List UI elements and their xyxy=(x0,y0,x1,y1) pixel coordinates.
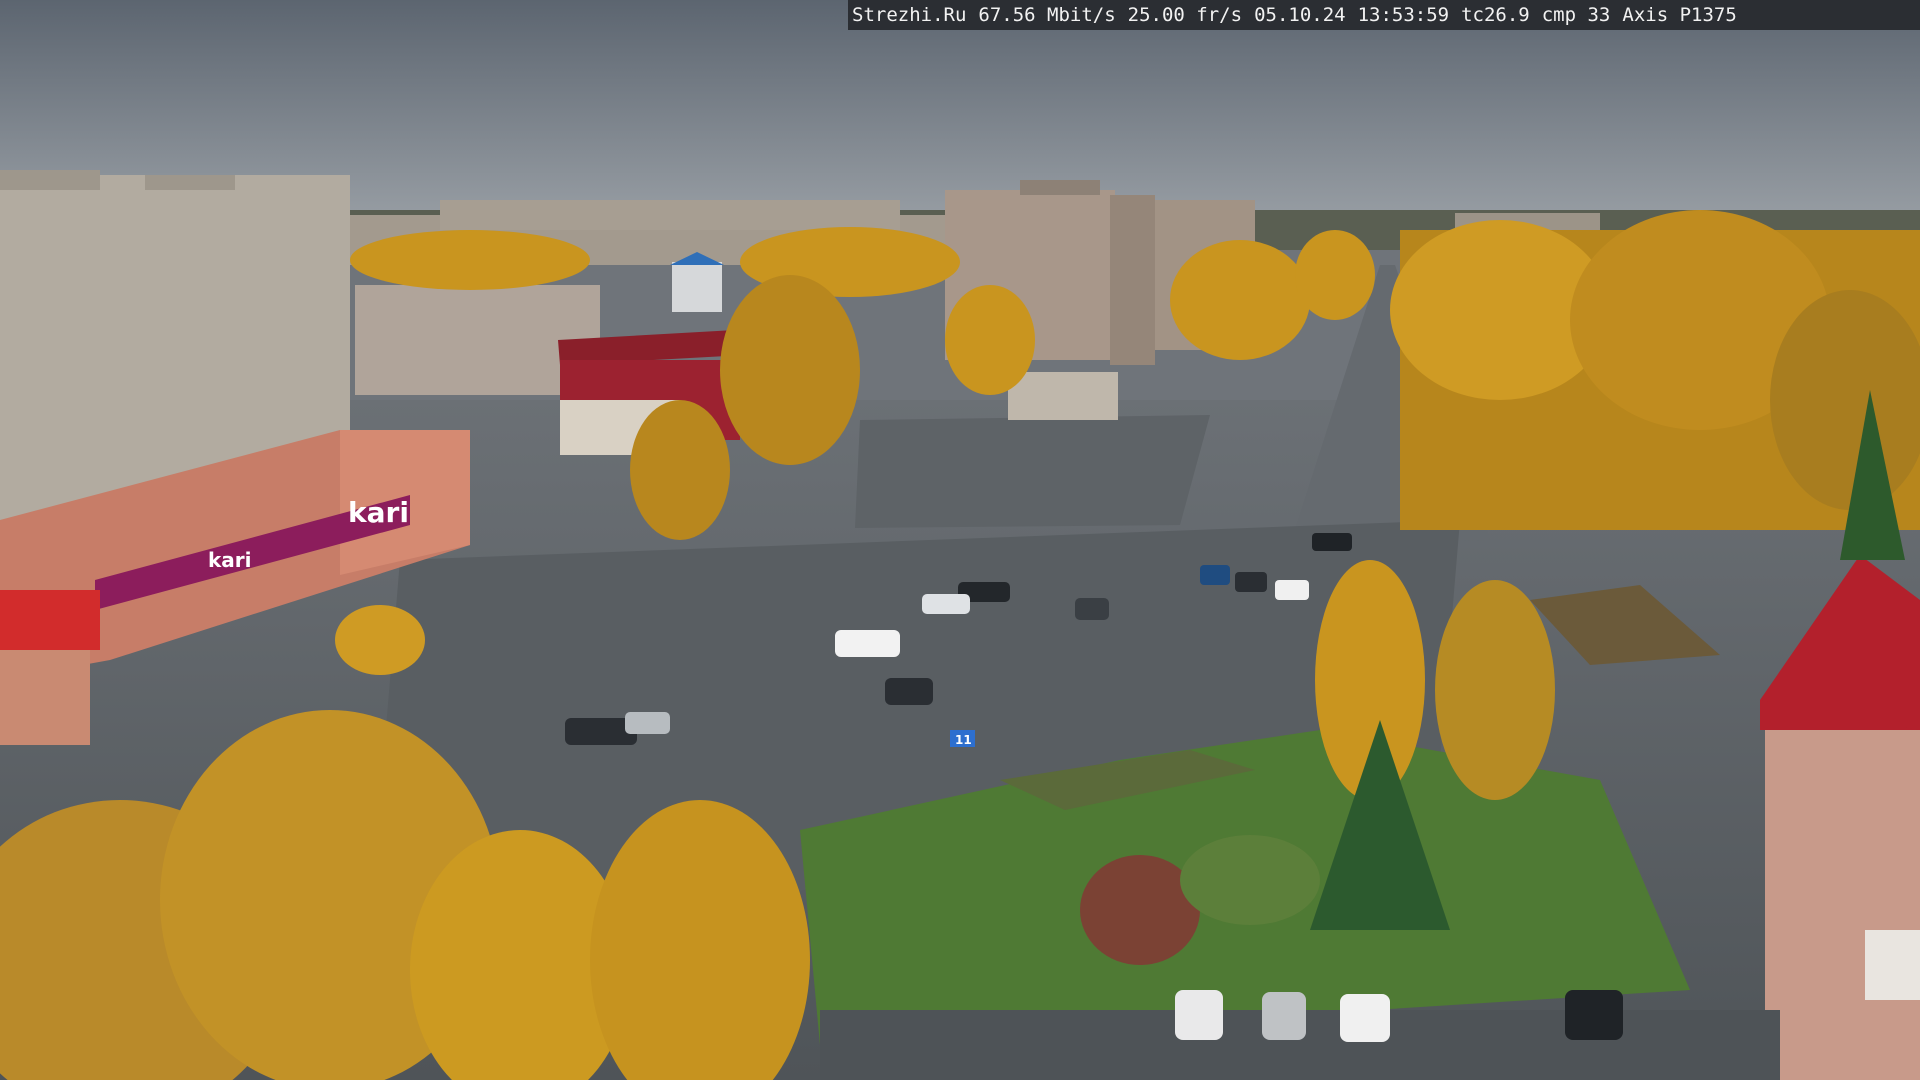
road-sign-text: 11 xyxy=(955,733,972,747)
overlay-date: 05.10.24 xyxy=(1254,4,1346,26)
small-tower xyxy=(672,262,722,312)
camera-info-bar: Strezhi.Ru 67.56 Mbit/s 25.00 fr/s 05.10.24… xyxy=(848,0,1920,30)
store-sign-sub: kari xyxy=(208,548,252,572)
camera-image: kari kari 11 xyxy=(0,0,1920,1080)
overlay-fps: 25.00 fr/s xyxy=(1127,4,1243,26)
overlay-site: Strezhi.Ru xyxy=(852,4,967,26)
plaza-building xyxy=(1008,372,1118,420)
overlay-tc: tc26.9 xyxy=(1461,4,1530,26)
plaza xyxy=(855,415,1210,528)
overlay-time: 13:53:59 xyxy=(1357,4,1450,26)
trees-right xyxy=(1390,210,1920,560)
store-sign-main: kari xyxy=(348,496,409,529)
overlay-cmp: cmp 33 xyxy=(1541,4,1611,26)
overlay-camera: Axis P1375 xyxy=(1622,4,1737,26)
street-scene: kari kari 11 xyxy=(0,0,1920,1080)
overlay-bitrate: 67.56 Mbit/s xyxy=(978,4,1116,26)
